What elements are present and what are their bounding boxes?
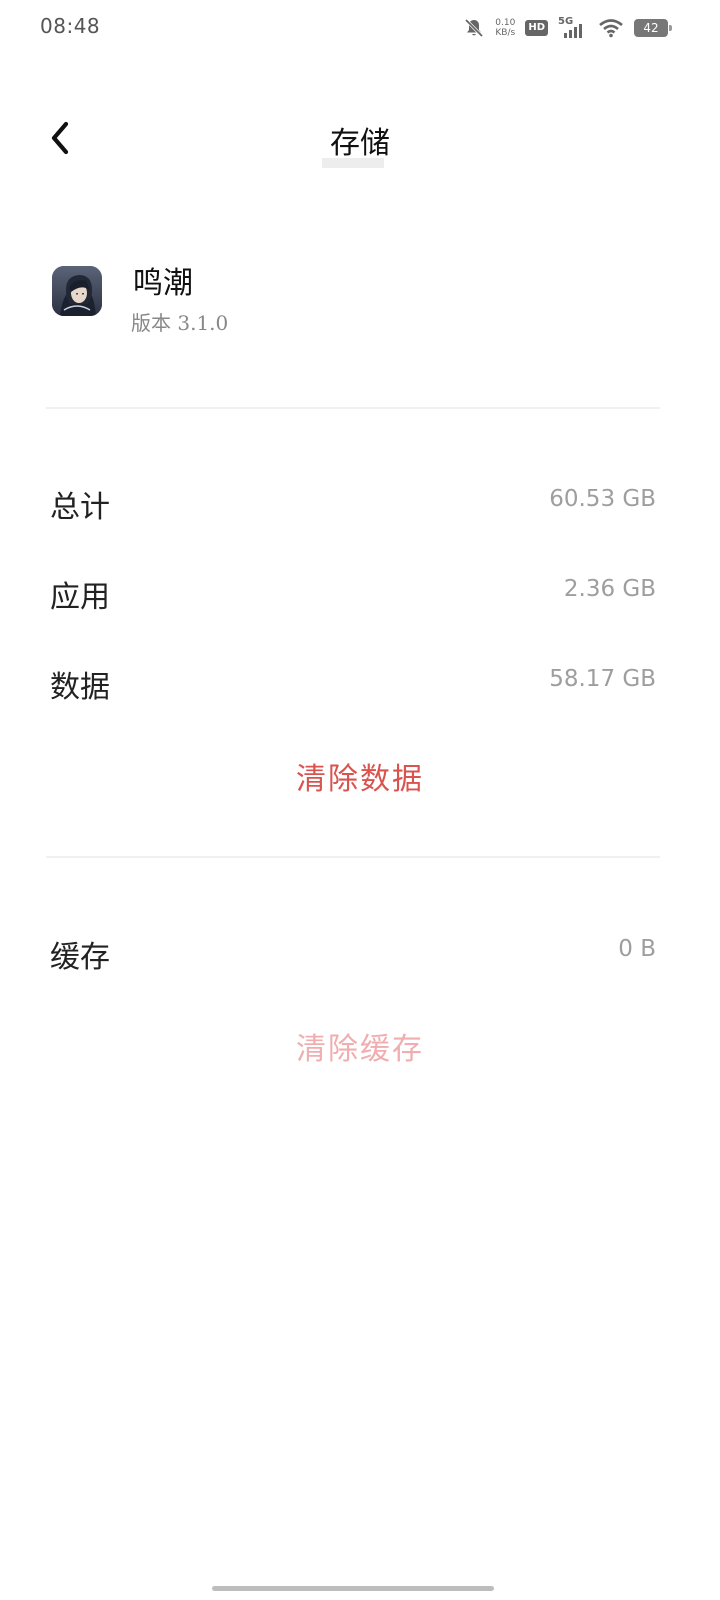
app-size-value: 2.36 GB xyxy=(563,576,656,602)
status-time: 08:48 xyxy=(40,14,101,38)
battery-icon: 42 xyxy=(634,19,672,37)
cache-value: 0 B xyxy=(618,936,656,962)
home-indicator[interactable] xyxy=(212,1586,494,1591)
battery-level: 42 xyxy=(643,21,659,35)
wifi-icon xyxy=(598,18,624,38)
data-size-label: 数据 xyxy=(50,670,110,705)
app-icon xyxy=(52,266,102,316)
status-icons: 0.10 KB/s HD 5G 42 xyxy=(463,16,672,40)
cellular-signal-icon: 5G xyxy=(558,16,588,39)
storage-screen: 08:48 0.10 KB/s HD 5G 42 存储 鸣潮 版本 3.1.0 … xyxy=(0,0,720,1600)
hd-badge: HD xyxy=(525,20,548,36)
cache-label: 缓存 xyxy=(50,940,110,975)
divider xyxy=(46,856,660,858)
network-speed: 0.10 KB/s xyxy=(495,18,515,38)
total-value: 60.53 GB xyxy=(549,486,656,512)
data-size-value: 58.17 GB xyxy=(549,666,656,692)
divider xyxy=(46,407,660,409)
page-title: 存储 xyxy=(330,126,390,161)
clear-data-button[interactable]: 清除数据 xyxy=(0,754,720,798)
app-size-label: 应用 xyxy=(50,580,110,615)
app-version: 版本 3.1.0 xyxy=(131,311,229,335)
clear-cache-button[interactable]: 清除缓存 xyxy=(0,1024,720,1068)
app-name: 鸣潮 xyxy=(133,266,193,301)
network-speed-unit: KB/s xyxy=(495,28,516,38)
bell-off-icon xyxy=(463,17,485,39)
status-bar: 08:48 0.10 KB/s HD 5G 42 xyxy=(0,0,720,56)
network-speed-value: 0.10 xyxy=(495,18,516,28)
total-label: 总计 xyxy=(50,490,110,525)
